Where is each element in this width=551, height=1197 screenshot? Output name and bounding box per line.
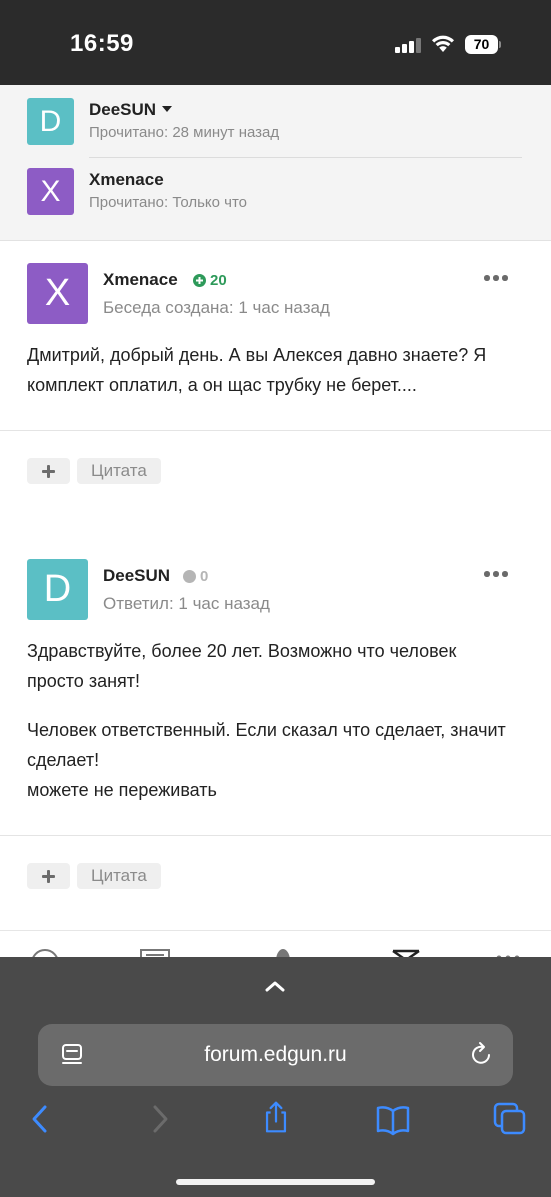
post-paragraph: Человек ответственный. Если сказал что с… <box>27 720 506 770</box>
post-body: Дмитрий, добрый день. А вы Алексея давно… <box>27 340 532 400</box>
avatar[interactable]: D <box>27 559 88 620</box>
bookmarks-icon[interactable] <box>375 1102 411 1136</box>
wifi-icon <box>432 35 454 52</box>
post-body: Здравствуйте, более 20 лет. Возможно что… <box>27 636 512 805</box>
reputation-plus-icon <box>193 274 206 287</box>
add-multiquote-button[interactable] <box>27 863 70 889</box>
share-icon[interactable] <box>261 1100 291 1134</box>
participant-name[interactable]: Xmenace <box>89 170 164 190</box>
chevron-up-icon[interactable] <box>263 979 287 993</box>
reputation-count: 20 <box>210 272 227 289</box>
battery-level: 70 <box>465 35 498 54</box>
participant-read-status: Прочитано: 28 минут назад <box>89 124 280 141</box>
post-paragraph: Здравствуйте, более 20 лет. Возможно что… <box>27 641 457 691</box>
tabs-icon[interactable] <box>493 1102 527 1136</box>
avatar[interactable]: X <box>27 168 74 215</box>
add-multiquote-button[interactable] <box>27 458 70 484</box>
browser-toolbar: forum.edgun.ru <box>0 957 551 1197</box>
post-meta: Беседа создана: 1 час назад <box>103 298 330 317</box>
reputation-badge: 20 <box>193 272 227 289</box>
reputation-count: 0 <box>200 568 209 585</box>
battery-icon: 70 <box>465 35 501 54</box>
message-post: D DeeSUN 0 Ответил: 1 час назад Здравств… <box>0 537 551 836</box>
participant-xmenace[interactable]: X Xmenace Прочитано: Только что <box>27 168 522 223</box>
forum-bottom-nav <box>0 930 551 960</box>
more-options-icon[interactable] <box>484 571 508 577</box>
post-meta: Ответил: 1 час назад <box>103 594 270 613</box>
quote-button[interactable]: Цитата <box>77 863 161 889</box>
quote-button[interactable]: Цитата <box>77 458 161 484</box>
post-paragraph: можете не переживать <box>27 780 217 800</box>
screen: 16:59 70 D DeeSUN Прочитано: 28 минут на… <box>0 0 551 1197</box>
post-actions: Цитата <box>27 458 161 484</box>
forward-icon[interactable] <box>150 1102 170 1136</box>
participant-read-status: Прочитано: Только что <box>89 194 248 211</box>
address-bar[interactable]: forum.edgun.ru <box>38 1024 513 1086</box>
participant-name[interactable]: DeeSUN <box>89 100 173 120</box>
reputation-dot-icon <box>183 570 196 583</box>
home-indicator[interactable] <box>176 1179 375 1185</box>
reputation-badge: 0 <box>183 568 208 585</box>
avatar[interactable]: D <box>27 98 74 145</box>
back-icon[interactable] <box>30 1102 50 1136</box>
divider <box>89 157 522 158</box>
status-bar: 16:59 70 <box>0 0 551 85</box>
message-post: X Xmenace 20 Беседа создана: 1 час назад… <box>0 241 551 431</box>
reload-icon[interactable] <box>470 1041 494 1067</box>
participant-deesun[interactable]: D DeeSUN Прочитано: 28 минут назад <box>27 98 522 153</box>
post-actions: Цитата <box>27 863 161 889</box>
cellular-signal-icon <box>395 37 421 53</box>
post-paragraph: Дмитрий, добрый день. А вы Алексея давно… <box>27 345 487 395</box>
conversation-participants: D DeeSUN Прочитано: 28 минут назад X Xme… <box>0 85 551 241</box>
status-time: 16:59 <box>70 30 134 57</box>
avatar[interactable]: X <box>27 263 88 324</box>
post-author[interactable]: Xmenace <box>103 270 178 290</box>
more-options-icon[interactable] <box>484 275 508 281</box>
post-author[interactable]: DeeSUN <box>103 566 170 586</box>
url-text[interactable]: forum.edgun.ru <box>38 1024 513 1086</box>
caret-down-icon[interactable] <box>162 106 173 112</box>
